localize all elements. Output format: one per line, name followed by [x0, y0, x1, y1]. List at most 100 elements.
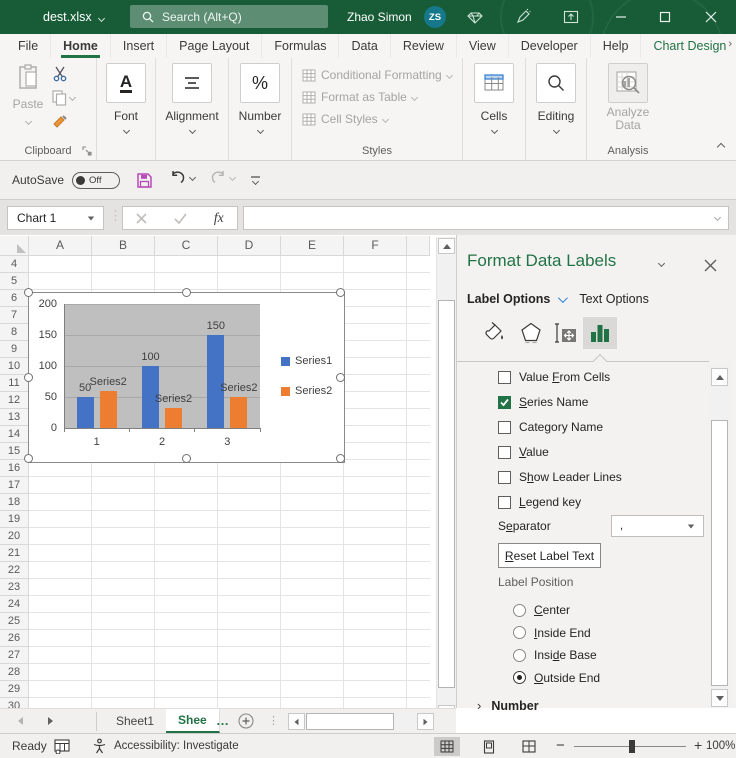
cut-icon[interactable]: [52, 66, 68, 82]
tab-overflow-chevron[interactable]: ›: [728, 38, 732, 50]
row-header-25[interactable]: 25: [0, 613, 29, 630]
data-label[interactable]: Series2: [90, 376, 127, 388]
gem-icon[interactable]: [466, 8, 484, 26]
chart-selection-handle[interactable]: [182, 288, 191, 297]
format-painter-icon[interactable]: [52, 114, 69, 131]
radio-icon[interactable]: [513, 649, 526, 662]
undo-button[interactable]: [169, 170, 195, 191]
checkbox-series-name[interactable]: Series Name: [498, 393, 588, 411]
sheet-nav-next-icon[interactable]: [48, 717, 53, 725]
scroll-down-button[interactable]: [711, 689, 728, 707]
effects-icon[interactable]: [514, 317, 548, 349]
column-header-c[interactable]: C: [155, 236, 218, 256]
maximize-button[interactable]: [650, 0, 680, 34]
row-header-22[interactable]: 22: [0, 562, 29, 579]
column-header-a[interactable]: A: [29, 236, 92, 256]
checkbox-value-from-cells[interactable]: Value From Cells: [498, 368, 610, 386]
fill-line-icon[interactable]: [477, 317, 511, 349]
chart-selection-handle[interactable]: [182, 454, 191, 463]
radio-inside-base[interactable]: Inside Base: [513, 646, 597, 664]
select-all-corner[interactable]: [0, 236, 29, 256]
dialog-launcher-icon[interactable]: [82, 146, 92, 156]
page-layout-view-button[interactable]: [476, 737, 502, 756]
page-break-preview-button[interactable]: [516, 737, 542, 756]
chart-selection-handle[interactable]: [336, 288, 345, 297]
data-label[interactable]: 100: [141, 351, 159, 363]
number-button[interactable]: % Number: [229, 58, 291, 160]
tab-file[interactable]: File: [6, 34, 51, 58]
scrollbar-thumb[interactable]: [711, 420, 728, 686]
row-header-18[interactable]: 18: [0, 494, 29, 511]
hscroll-track[interactable]: [394, 713, 417, 730]
checkbox-icon[interactable]: [498, 421, 511, 434]
insert-function-button[interactable]: fx: [214, 210, 224, 226]
accessibility-label[interactable]: Accessibility: Investigate: [114, 740, 239, 752]
row-header-20[interactable]: 20: [0, 528, 29, 545]
font-button[interactable]: A Font: [97, 58, 155, 160]
customize-qat-button[interactable]: [251, 176, 260, 184]
row-header-8[interactable]: 8: [0, 324, 29, 341]
radio-center[interactable]: Center: [513, 601, 570, 619]
data-label[interactable]: Series2: [155, 393, 192, 405]
tab-formulas[interactable]: Formulas: [262, 34, 339, 58]
name-box-dropdown-icon[interactable]: [88, 217, 94, 221]
row-header-9[interactable]: 9: [0, 341, 29, 358]
row-header-4[interactable]: 4: [0, 256, 29, 273]
row-header-21[interactable]: 21: [0, 545, 29, 562]
scroll-up-button[interactable]: [438, 238, 455, 254]
paste-button[interactable]: Paste: [8, 64, 48, 129]
pane-menu-chevron-icon[interactable]: [658, 260, 665, 267]
row-header-10[interactable]: 10: [0, 358, 29, 375]
hscroll-thumb[interactable]: [306, 713, 394, 730]
cells-button[interactable]: Cells: [463, 58, 525, 160]
column-header-e[interactable]: E: [281, 236, 344, 256]
data-label[interactable]: Series2: [220, 382, 257, 394]
name-box[interactable]: Chart 1: [7, 206, 104, 230]
add-sheet-icon[interactable]: [238, 713, 254, 729]
row-header-29[interactable]: 29: [0, 681, 29, 698]
checkbox-category-name[interactable]: Category Name: [498, 418, 603, 436]
column-header-f[interactable]: F: [344, 236, 407, 256]
grid-vertical-scrollbar[interactable]: [436, 237, 456, 723]
redo-button[interactable]: [209, 170, 235, 191]
checkbox-legend-key[interactable]: Legend key: [498, 493, 581, 511]
column-header-b[interactable]: B: [92, 236, 155, 256]
copy-button[interactable]: [52, 90, 75, 111]
conditional-formatting-button[interactable]: Conditional Formatting: [292, 64, 462, 86]
checkbox-icon[interactable]: [498, 471, 511, 484]
checkbox-icon[interactable]: [498, 446, 511, 459]
size-properties-icon[interactable]: [549, 317, 583, 349]
analyze-data-button[interactable]: AnalyzeData: [587, 58, 669, 132]
hscroll-left-button[interactable]: [288, 713, 305, 730]
sheet-tab-overflow[interactable]: …: [216, 713, 229, 728]
accessibility-icon[interactable]: [92, 738, 107, 754]
minimize-button[interactable]: [606, 0, 636, 34]
ribbon-display-options-icon[interactable]: [562, 8, 580, 26]
collapse-ribbon-icon[interactable]: [717, 143, 725, 151]
search-box[interactable]: Search (Alt+Q): [130, 5, 328, 28]
row-header-30[interactable]: 30: [0, 698, 29, 708]
row-header-14[interactable]: 14: [0, 426, 29, 443]
radio-inside-end[interactable]: Inside End: [513, 624, 591, 642]
scrollbar-thumb[interactable]: [438, 300, 455, 688]
zoom-in-button[interactable]: +: [694, 737, 702, 753]
alignment-button[interactable]: Alignment: [156, 58, 228, 160]
chart-selection-handle[interactable]: [336, 454, 345, 463]
zoom-percent[interactable]: 100%: [706, 740, 735, 752]
chart-selection-handle[interactable]: [24, 454, 33, 463]
row-header-7[interactable]: 7: [0, 307, 29, 324]
formula-input[interactable]: [243, 206, 729, 230]
normal-view-button[interactable]: [434, 737, 460, 756]
zoom-slider-thumb[interactable]: [629, 740, 635, 753]
checkbox-value[interactable]: Value: [498, 443, 549, 461]
format-as-table-button[interactable]: Format as Table: [292, 86, 462, 108]
row-header-27[interactable]: 27: [0, 647, 29, 664]
data-label[interactable]: 150: [207, 320, 225, 332]
row-header-24[interactable]: 24: [0, 596, 29, 613]
chart-selection-handle[interactable]: [24, 288, 33, 297]
number-section[interactable]: ›Number: [477, 698, 539, 713]
tab-developer[interactable]: Developer: [509, 34, 591, 58]
cancel-icon[interactable]: [136, 213, 147, 224]
sheet-nav-prev-icon[interactable]: [18, 717, 23, 725]
chart[interactable]: 050100150200150Series22100Series23150Ser…: [28, 292, 345, 463]
